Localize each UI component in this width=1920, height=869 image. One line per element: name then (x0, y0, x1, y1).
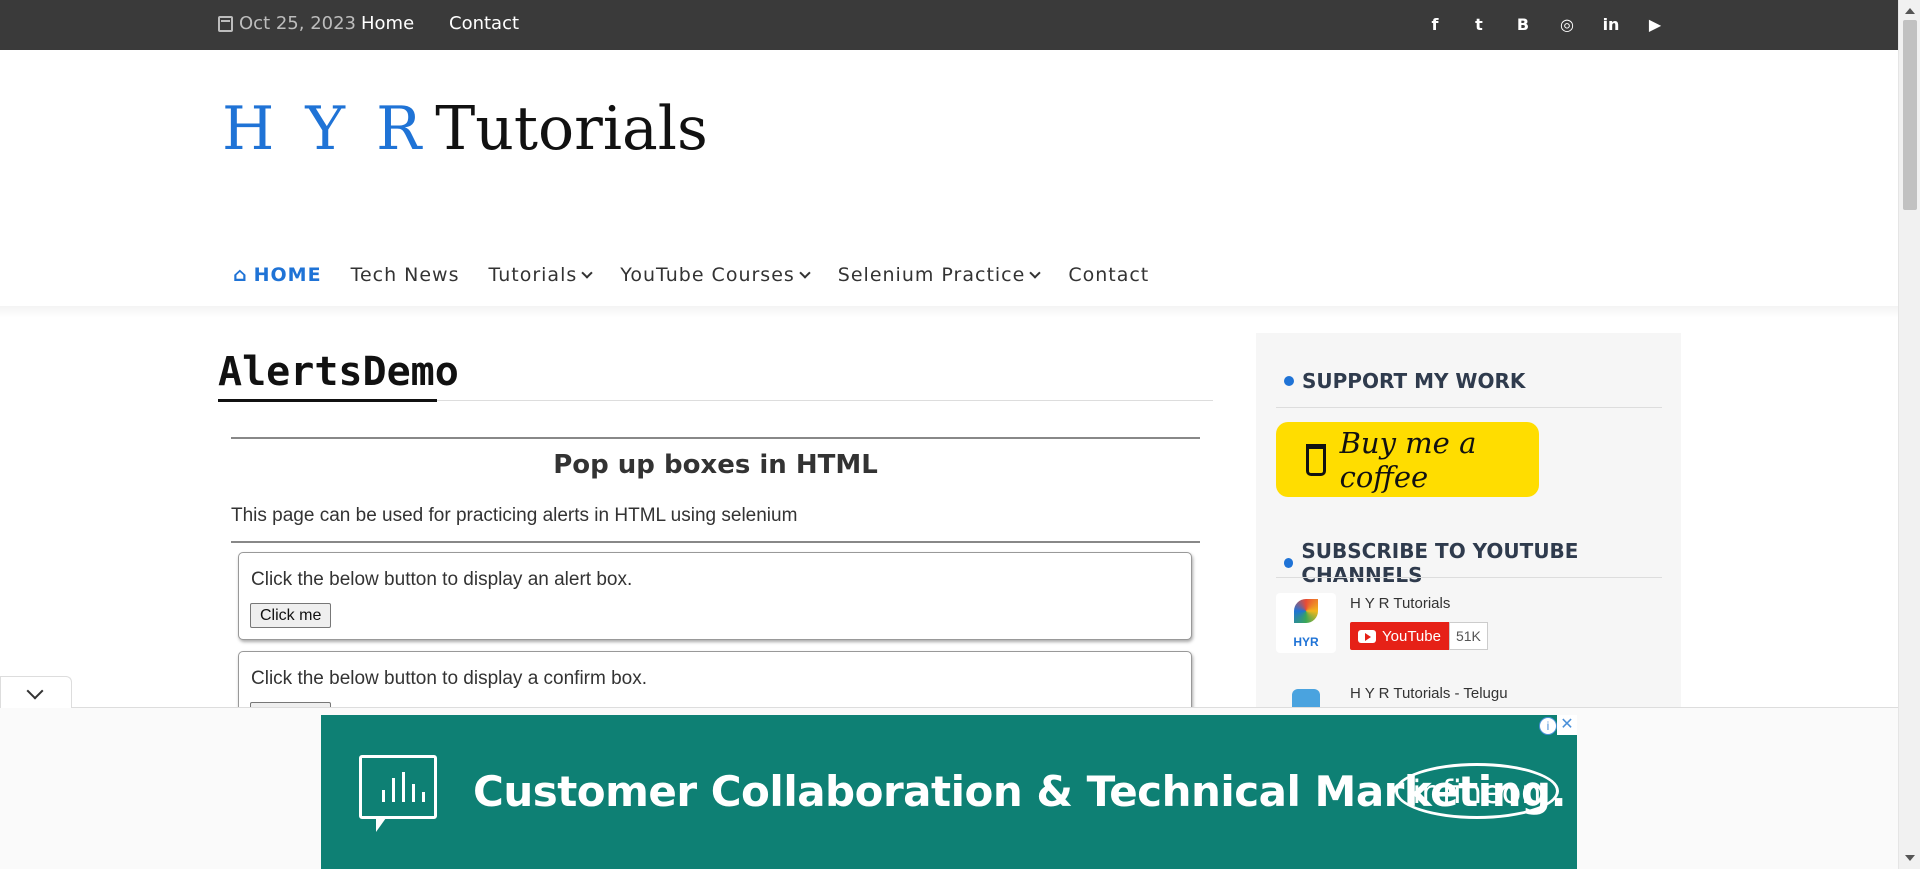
date-display: Oct 25, 2023 (218, 13, 356, 34)
youtube-play-icon (1358, 629, 1376, 643)
subscribe-widget-title: SUBSCRIBE TO YOUTUBE CHANNELS (1284, 539, 1681, 587)
support-widget-title: SUPPORT MY WORK (1284, 369, 1525, 393)
blogger-icon[interactable]: B (1512, 15, 1534, 35)
divider (231, 541, 1200, 543)
main-nav: ⌂ HOME Tech News Tutorials YouTube Cours… (233, 264, 1149, 286)
chevron-down-icon (581, 267, 593, 279)
alert-box-panel: Click the below button to display an ale… (238, 552, 1192, 640)
instagram-icon[interactable]: ◎ (1556, 15, 1578, 35)
scroll-down-icon[interactable] (1905, 855, 1915, 861)
linkedin-icon[interactable]: in (1600, 15, 1622, 35)
calendar-icon (218, 15, 233, 32)
coffee-cup-icon (1306, 443, 1326, 476)
ad-close-icon[interactable]: ✕ (1557, 715, 1577, 735)
channel-item: HYR H Y R Tutorials YouTube 51K (1276, 593, 1488, 653)
home-icon: ⌂ (233, 264, 248, 286)
avatar-text: HYR (1293, 635, 1319, 649)
widget-divider (1276, 407, 1662, 408)
subscribe-title-text: SUBSCRIBE TO YOUTUBE CHANNELS (1301, 539, 1579, 587)
youtube-label: YouTube (1382, 627, 1441, 645)
nav-tutorials-label: Tutorials (488, 264, 578, 286)
title-underline (218, 399, 437, 402)
ad-banner[interactable]: Customer Collaboration & Technical Marke… (321, 715, 1577, 869)
bullet-icon (1284, 376, 1294, 386)
page-title: AlertsDemo (218, 349, 459, 395)
channel-name[interactable]: H Y R Tutorials - Telugu (1350, 685, 1508, 702)
section-heading: Pop up boxes in HTML (553, 450, 878, 480)
ad-brand-logo: infineon (1395, 763, 1559, 819)
ad-collapse-toggle[interactable] (0, 676, 72, 708)
sidebar: SUPPORT MY WORK Buy me a coffee SUBSCRIB… (1256, 333, 1681, 743)
chevron-down-icon (799, 267, 811, 279)
hyr-logo-icon (1294, 599, 1318, 623)
coffee-label: Buy me a coffee (1339, 425, 1477, 494)
chevron-down-icon (1029, 267, 1041, 279)
bullet-icon (1284, 558, 1294, 568)
youtube-icon[interactable]: ▶ (1644, 15, 1666, 35)
logo-tutorials: Tutorials (435, 94, 708, 164)
social-links: f t B ◎ in ▶ (1424, 15, 1666, 35)
nav-home[interactable]: ⌂ HOME (233, 264, 322, 286)
logo-hyr: H Y R (222, 94, 428, 164)
chevron-down-icon (26, 682, 44, 700)
support-title-text: SUPPORT MY WORK (1302, 369, 1526, 393)
nav-selenium-practice[interactable]: Selenium Practice (837, 264, 1041, 286)
confirm-box-text: Click the below button to display a conf… (251, 668, 648, 689)
alert-box-text: Click the below button to display an ale… (251, 569, 633, 590)
subscriber-count: 51K (1448, 622, 1488, 650)
bars-icon (382, 772, 425, 802)
date-text: Oct 25, 2023 (239, 13, 356, 34)
twitter-icon[interactable]: t (1468, 15, 1490, 35)
channel-avatar[interactable]: HYR (1276, 593, 1336, 653)
youtube-label-box[interactable]: YouTube (1350, 622, 1449, 650)
nav-tech-news[interactable]: Tech News (351, 264, 460, 286)
buy-me-a-coffee-button[interactable]: Buy me a coffee (1276, 422, 1539, 497)
site-logo[interactable]: H Y R Tutorials (222, 95, 708, 163)
ad-info-icon[interactable]: i (1539, 717, 1557, 735)
nav-youtube-courses[interactable]: YouTube Courses (620, 264, 811, 286)
alert-button[interactable]: Click me (250, 603, 332, 628)
scrollbar-thumb[interactable] (1903, 20, 1917, 210)
nav-selenium-practice-label: Selenium Practice (837, 264, 1026, 286)
channel-name[interactable]: H Y R Tutorials (1350, 595, 1488, 612)
nav-youtube-courses-label: YouTube Courses (620, 264, 795, 286)
youtube-subscribe-button[interactable]: YouTube 51K (1350, 622, 1488, 650)
top-nav-home[interactable]: Home (361, 13, 414, 34)
nav-home-label: HOME (253, 264, 322, 286)
chat-chart-icon (359, 755, 437, 832)
nav-contact[interactable]: Contact (1068, 264, 1149, 286)
nav-divider (0, 306, 1898, 318)
divider (231, 437, 1200, 439)
top-nav-contact[interactable]: Contact (449, 13, 519, 34)
widget-divider (1276, 577, 1662, 578)
top-bar: Oct 25, 2023 Home Contact f t B ◎ in ▶ (0, 0, 1898, 50)
scroll-up-icon[interactable] (1905, 8, 1915, 14)
nav-tutorials[interactable]: Tutorials (488, 264, 593, 286)
page-description: This page can be used for practicing ale… (231, 505, 798, 526)
facebook-icon[interactable]: f (1424, 15, 1446, 35)
page-scrollbar[interactable] (1898, 0, 1920, 869)
